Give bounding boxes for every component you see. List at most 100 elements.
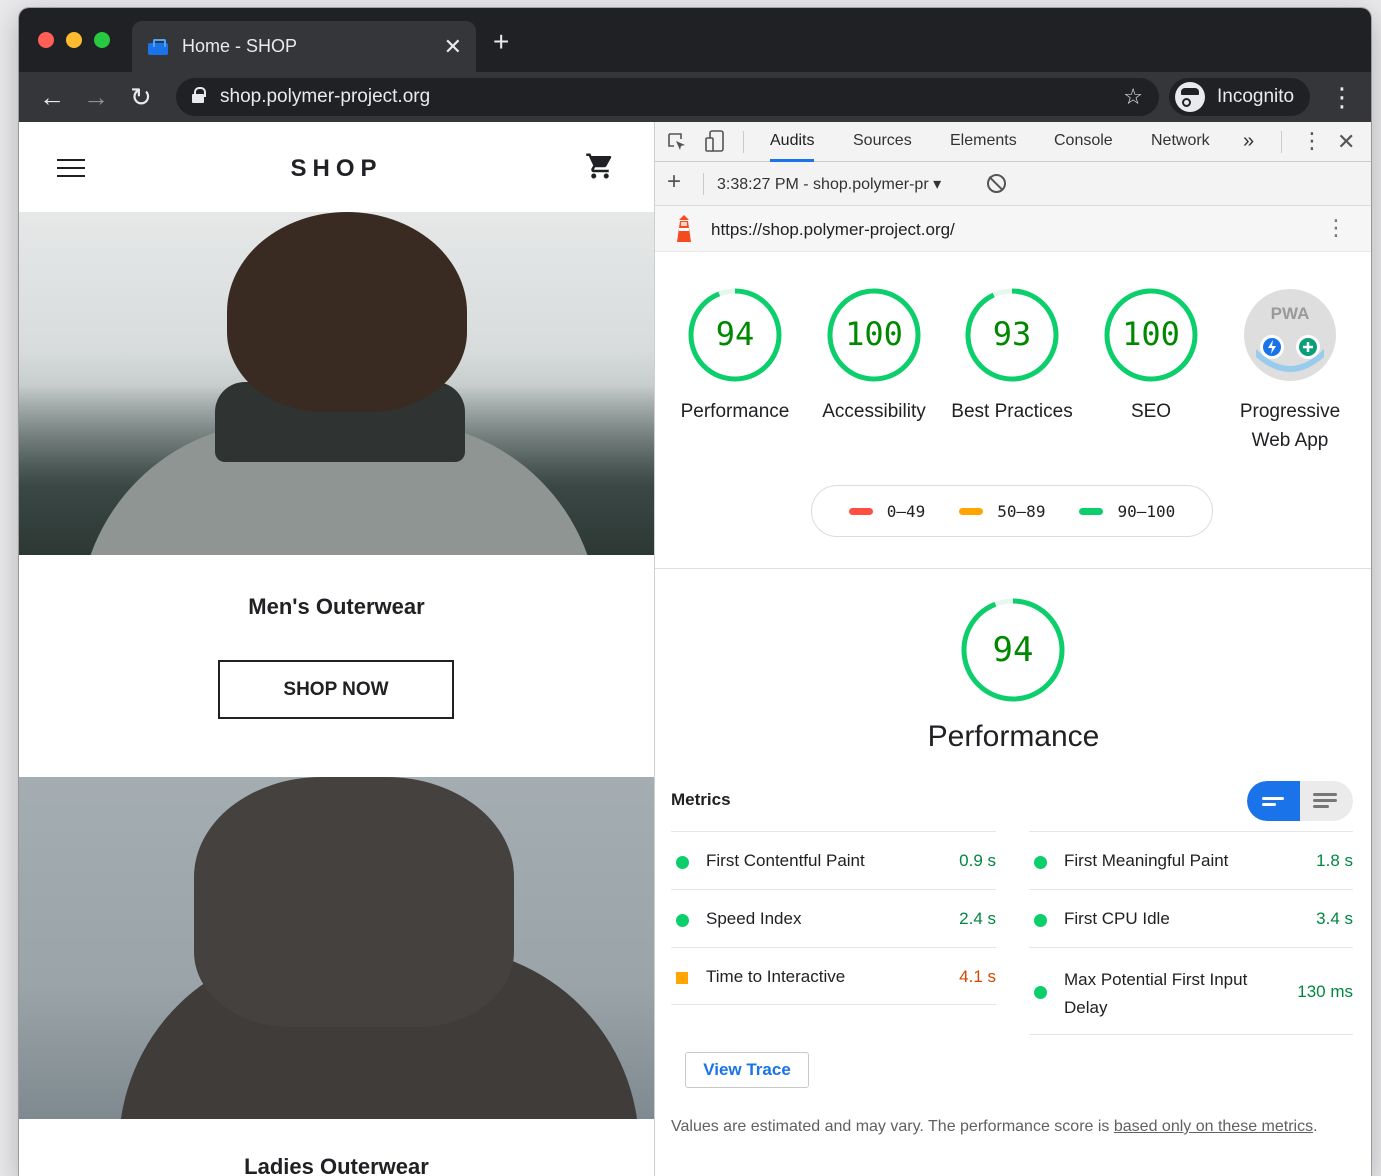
gauge-label: SEO [1130, 401, 1172, 422]
incognito-label: Incognito [1217, 86, 1295, 107]
back-arrow-icon[interactable]: ← [39, 80, 65, 114]
metric-time-to-interactive: Time to Interactive 4.1 s [671, 947, 996, 1005]
legend-item-average: 50–89 [959, 502, 1045, 521]
lock-icon[interactable] [192, 87, 206, 105]
pass-indicator-icon [1034, 856, 1047, 869]
score-value: 100 [1122, 315, 1180, 353]
disclaimer-end: . [1313, 1118, 1318, 1135]
metric-first-meaningful-paint: First Meaningful Paint 1.8 s [1029, 831, 1353, 889]
tab-elements[interactable]: Elements [950, 122, 1017, 162]
metric-name: Time to Interactive [706, 967, 846, 986]
device-toolbar-icon[interactable] [705, 130, 725, 152]
forward-arrow-icon[interactable]: → [83, 80, 109, 114]
browser-window: Home - SHOP ✕ + ← → ↻ shop.polymer-proje… [19, 8, 1371, 1176]
metric-value: 2.4 s [959, 909, 996, 928]
metrics-view-toggle[interactable] [1247, 781, 1353, 821]
category-title-ladies: Ladies Outerwear [244, 1154, 429, 1176]
devtools-tab-bar: Audits Sources Elements Console Network … [655, 122, 1371, 162]
new-tab-icon[interactable]: + [493, 28, 509, 56]
gauge-performance[interactable]: 94 Performance [671, 287, 799, 426]
pass-indicator-icon [676, 856, 689, 869]
tab-audits[interactable]: Audits [770, 122, 815, 162]
metric-first-cpu-idle: First CPU Idle 3.4 s [1029, 889, 1353, 947]
shopping-cart-icon[interactable] [585, 150, 615, 182]
metric-value: 130 ms [1297, 982, 1353, 1001]
title-bar: Home - SHOP ✕ + [19, 8, 1371, 72]
gauge-seo[interactable]: 100 SEO [1087, 287, 1215, 426]
gauge-best-practices[interactable]: 93 Best Practices [948, 287, 1076, 426]
performance-large-gauge: 94 [961, 598, 1065, 702]
bookmark-star-icon[interactable]: ☆ [1123, 84, 1143, 110]
mens-outerwear-image[interactable] [19, 212, 654, 555]
new-audit-icon[interactable]: + [667, 168, 681, 196]
browser-toolbar: ← → ↻ shop.polymer-project.org ☆ Incogni… [19, 72, 1371, 122]
gauge-label: Accessibility [822, 401, 926, 422]
report-url-bar: https://shop.polymer-project.org/ ⋮ [655, 206, 1371, 252]
pwa-badge-icon: PWA [1244, 289, 1336, 381]
close-window-button[interactable] [38, 32, 54, 48]
score-value: 93 [993, 315, 1032, 353]
report-menu-icon[interactable]: ⋮ [1325, 215, 1347, 241]
tab-title: Home - SHOP [182, 36, 298, 56]
inspect-element-icon[interactable] [667, 132, 687, 152]
address-bar[interactable]: shop.polymer-project.org ☆ [176, 78, 1159, 116]
close-tab-icon[interactable]: ✕ [444, 35, 462, 58]
pass-indicator-icon [1034, 986, 1047, 999]
report-selector[interactable]: 3:38:27 PM - shop.polymer-pr ▾ [717, 174, 941, 194]
shop-now-button[interactable]: SHOP NOW [218, 660, 454, 719]
average-indicator-icon [676, 972, 688, 984]
legend-swatch [959, 507, 984, 515]
legend-range: 0–49 [886, 501, 926, 521]
gauge-accessibility[interactable]: 100 Accessibility [810, 287, 938, 426]
score-legend: 0–49 50–89 90–100 [811, 485, 1213, 537]
minimize-window-button[interactable] [66, 32, 82, 48]
tab-sources[interactable]: Sources [853, 122, 912, 162]
performance-disclaimer: Values are estimated and may vary. The p… [671, 1112, 1321, 1141]
accessibility-gauge-ring: 100 [827, 288, 921, 382]
devtools-panel: Audits Sources Elements Console Network … [654, 122, 1371, 1176]
score-value: 94 [716, 315, 755, 353]
metric-max-potential-fid: Max Potential First Input Delay 130 ms [1029, 947, 1353, 1035]
metric-value: 4.1 s [959, 967, 996, 986]
scoring-docs-link[interactable]: based only on these metrics [1114, 1118, 1313, 1135]
legend-item-pass: 90–100 [1079, 502, 1175, 521]
legend-range: 90–100 [1117, 501, 1176, 521]
more-tabs-icon[interactable]: » [1243, 130, 1254, 153]
audited-url: https://shop.polymer-project.org/ [711, 220, 955, 239]
legend-swatch [1079, 507, 1104, 515]
tab-network[interactable]: Network [1151, 122, 1210, 162]
performance-title: Performance [927, 720, 1100, 753]
shop-page: SHOP Men's Outerwear SHOP NOW Ladies Out… [19, 122, 654, 1176]
shop-header: SHOP [19, 122, 654, 212]
metric-value: 1.8 s [1316, 851, 1353, 870]
legend-range: 50–89 [997, 501, 1046, 521]
best-practices-gauge-ring: 93 [965, 288, 1059, 382]
pass-indicator-icon [1034, 914, 1047, 927]
pwa-badge-text: PWA [1271, 304, 1310, 323]
clear-reports-icon[interactable] [987, 174, 1006, 193]
shop-logo[interactable]: SHOP [19, 155, 654, 183]
metric-value: 0.9 s [959, 851, 996, 870]
metric-name: First CPU Idle [1064, 909, 1170, 928]
address-url[interactable]: shop.polymer-project.org [220, 86, 1123, 108]
gauge-pwa[interactable]: PWA Progressive Web App [1225, 287, 1355, 455]
metrics-heading: Metrics [671, 790, 731, 809]
browser-tab[interactable]: Home - SHOP ✕ [132, 21, 476, 72]
reload-icon[interactable]: ↻ [130, 80, 152, 114]
ladies-outerwear-image[interactable] [19, 777, 654, 1119]
section-divider [655, 568, 1371, 569]
incognito-badge[interactable]: Incognito [1169, 78, 1310, 116]
pass-indicator-icon [676, 914, 689, 927]
tab-console[interactable]: Console [1054, 122, 1113, 162]
incognito-icon [1175, 82, 1205, 112]
close-devtools-icon[interactable]: ✕ [1337, 129, 1355, 155]
zoom-window-button[interactable] [94, 32, 110, 48]
devtools-menu-icon[interactable]: ⋮ [1301, 128, 1323, 154]
summary-view-icon[interactable] [1247, 781, 1300, 821]
score-value: 100 [845, 315, 903, 353]
browser-menu-icon[interactable]: ⋮ [1329, 82, 1355, 112]
gauge-label: Performance [680, 401, 790, 422]
metric-value: 3.4 s [1316, 909, 1353, 928]
seo-gauge-ring: 100 [1104, 288, 1198, 382]
view-trace-button[interactable]: View Trace [685, 1052, 809, 1088]
